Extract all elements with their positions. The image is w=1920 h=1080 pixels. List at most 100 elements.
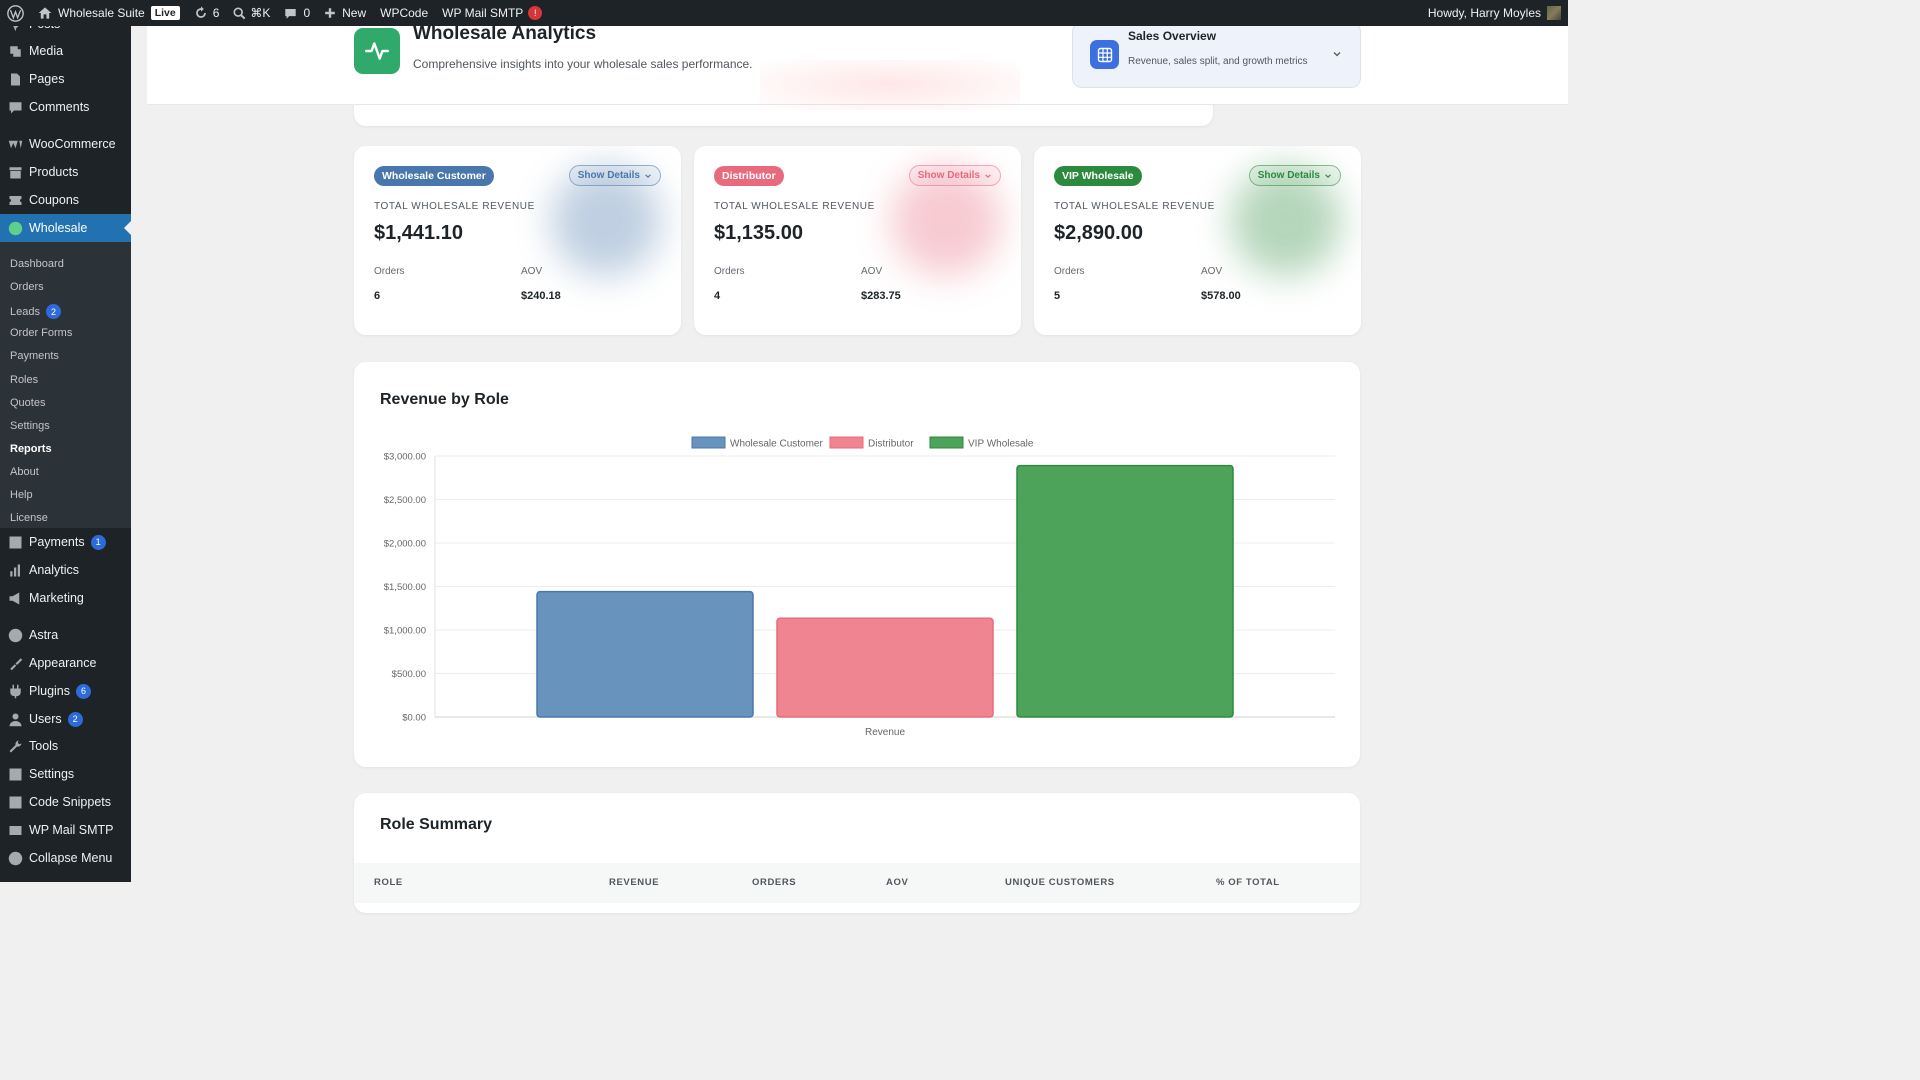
submenu-item-roles[interactable]: Roles xyxy=(10,374,38,386)
report-selector-subtitle: Revenue, sales split, and growth metrics xyxy=(1128,56,1308,67)
wordpress-logo-icon[interactable] xyxy=(0,0,31,26)
comment-icon xyxy=(7,99,23,115)
submenu-item-payments[interactable]: Payments xyxy=(10,350,59,362)
sidebar-item-comments[interactable]: Comments xyxy=(0,93,131,121)
sidebar-item-plugins[interactable]: Plugins 6 xyxy=(0,677,131,705)
ticket-icon xyxy=(7,192,23,208)
submenu-item-label: License xyxy=(10,512,48,525)
orders-value: 5 xyxy=(1054,290,1061,302)
page-title: Wholesale Analytics xyxy=(413,23,597,44)
sidebar-item-label: Analytics xyxy=(29,563,80,577)
settings-icon xyxy=(7,766,23,782)
sidebar-item-label: Media xyxy=(29,44,64,58)
y-tick-label: $0.00 xyxy=(402,713,426,724)
submenu-item-label: Order Forms xyxy=(10,327,73,340)
wrench-icon xyxy=(7,738,23,754)
submenu-item-label: About xyxy=(10,465,39,478)
sidebar-item-collapse-menu[interactable]: Collapse Menu xyxy=(0,844,131,872)
submenu-item-quotes[interactable]: Quotes xyxy=(10,397,45,409)
y-tick-label: $2,000.00 xyxy=(384,539,426,550)
sidebar-item-media[interactable]: Media xyxy=(0,37,131,65)
revenue-chart: $0.00 $500.00 $1,000.00 $1,500.00 $2,000.00 $… xyxy=(384,436,1335,738)
smtp-alert-badge: ! xyxy=(528,6,543,20)
megaphone-icon xyxy=(7,590,23,606)
avatar xyxy=(1547,6,1561,20)
admin-sidebar: Dashboard Orders Leads 2 Order Forms Payments… xyxy=(0,26,131,882)
show-details-button[interactable]: Show Details xyxy=(1248,165,1341,186)
role-summary-title: Role Summary xyxy=(380,816,493,833)
sidebar-item-woocommerce[interactable]: WooCommerce xyxy=(0,130,131,158)
submenu-item-leads[interactable]: Leads 2 xyxy=(10,304,61,320)
role-card: VIP Wholesale Show Details TOTAL WHOLESALE… xyxy=(1034,146,1361,335)
submenu-item-about[interactable]: About xyxy=(10,466,39,478)
dollar-icon xyxy=(7,534,23,550)
sidebar-item-analytics[interactable]: Analytics xyxy=(0,556,131,584)
show-details-button[interactable]: Show Details xyxy=(568,165,661,186)
site-name-link[interactable]: Wholesale Suite Live xyxy=(31,0,187,26)
comments-link[interactable]: 0 xyxy=(277,0,317,26)
submenu-item-label: Leads xyxy=(10,305,40,318)
sidebar-item-wp-mail-smtp[interactable]: WP Mail SMTP xyxy=(0,816,131,844)
submenu-item-settings[interactable]: Settings xyxy=(10,420,50,432)
submenu-item-help[interactable]: Help xyxy=(10,489,33,501)
archive-icon xyxy=(7,164,23,180)
new-content-link[interactable]: New xyxy=(317,0,373,26)
role-card: Wholesale Customer Show Details TOTAL WHOL… xyxy=(354,146,681,335)
sidebar-item-appearance[interactable]: Appearance xyxy=(0,649,131,677)
sidebar-item-settings[interactable]: Settings xyxy=(0,760,131,788)
wpcode-link[interactable]: WPCode xyxy=(373,0,435,26)
summary-column-header[interactable]: ROLE xyxy=(374,877,403,888)
submenu-item-dashboard[interactable]: Dashboard xyxy=(10,258,64,270)
sidebar-item-label: Wholesale xyxy=(29,221,88,235)
submenu-item-orders[interactable]: Orders xyxy=(10,281,44,293)
sidebar-item-wholesale[interactable]: Wholesale xyxy=(0,214,131,242)
revenue-label: TOTAL WHOLESALE REVENUE xyxy=(714,201,875,212)
sidebar-item-pages[interactable]: Pages xyxy=(0,65,131,93)
summary-column-header[interactable]: ORDERS xyxy=(752,877,796,888)
summary-column-header[interactable]: % OF TOTAL xyxy=(1216,877,1280,888)
report-selector[interactable]: Sales Overview Revenue, sales split, and… xyxy=(1072,22,1361,88)
revenue-value: $1,441.10 xyxy=(374,222,463,244)
bar-chart-icon xyxy=(7,562,23,578)
legend-swatch xyxy=(829,436,864,449)
aov-label: AOV xyxy=(861,266,883,277)
submenu-item-reports[interactable]: Reports xyxy=(10,443,52,455)
sidebar-item-payments[interactable]: Payments 1 xyxy=(0,528,131,556)
plugin-icon xyxy=(7,683,23,699)
sidebar-item-marketing[interactable]: Marketing xyxy=(0,584,131,612)
role-badge: VIP Wholesale xyxy=(1054,166,1142,186)
revenue-label: TOTAL WHOLESALE REVENUE xyxy=(1054,201,1215,212)
show-details-button[interactable]: Show Details xyxy=(908,165,1001,186)
show-details-label: Show Details xyxy=(577,170,640,181)
summary-column-header[interactable]: REVENUE xyxy=(609,877,659,888)
sidebar-item-code-snippets[interactable]: Code Snippets xyxy=(0,788,131,816)
sidebar-item-users[interactable]: Users 2 xyxy=(0,705,131,733)
report-selector-title: Sales Overview xyxy=(1128,29,1217,43)
aov-value: $283.75 xyxy=(861,290,901,302)
sidebar-item-label: Code Snippets xyxy=(29,795,112,809)
sidebar-item-tools[interactable]: Tools xyxy=(0,732,131,760)
submenu-item-order-forms[interactable]: Order Forms xyxy=(10,327,72,339)
sidebar-item-label: Coupons xyxy=(29,193,80,207)
orders-value: 6 xyxy=(374,290,381,302)
legend-swatch xyxy=(929,436,964,449)
sidebar-item-label: Comments xyxy=(29,100,90,114)
submenu-item-license[interactable]: License xyxy=(10,512,48,524)
updates-link[interactable]: 6 xyxy=(187,0,227,26)
smtp-link[interactable]: WP Mail SMTP ! xyxy=(435,0,549,26)
sidebar-item-astra[interactable]: Astra xyxy=(0,621,131,649)
admin-bar: Wholesale Suite Live 6 ⌘K 0 New WPCode W… xyxy=(0,0,1568,26)
chevron-down-icon xyxy=(1333,52,1341,57)
command-search[interactable]: ⌘K xyxy=(226,0,277,26)
sidebar-item-coupons[interactable]: Coupons xyxy=(0,186,131,214)
summary-column-header[interactable]: AOV xyxy=(886,877,908,888)
legend-label: Wholesale Customer xyxy=(730,439,823,450)
count-badge: 2 xyxy=(45,304,61,320)
media-icon xyxy=(7,43,23,59)
y-tick-label: $1,000.00 xyxy=(384,626,426,637)
bar-wholesale-customer xyxy=(536,590,754,718)
sidebar-item-products[interactable]: Products xyxy=(0,158,131,186)
account-menu[interactable]: Howdy, Harry Moyles xyxy=(1421,0,1568,26)
summary-column-header[interactable]: UNIQUE CUSTOMERS xyxy=(1005,877,1115,888)
mail-icon xyxy=(7,822,23,838)
